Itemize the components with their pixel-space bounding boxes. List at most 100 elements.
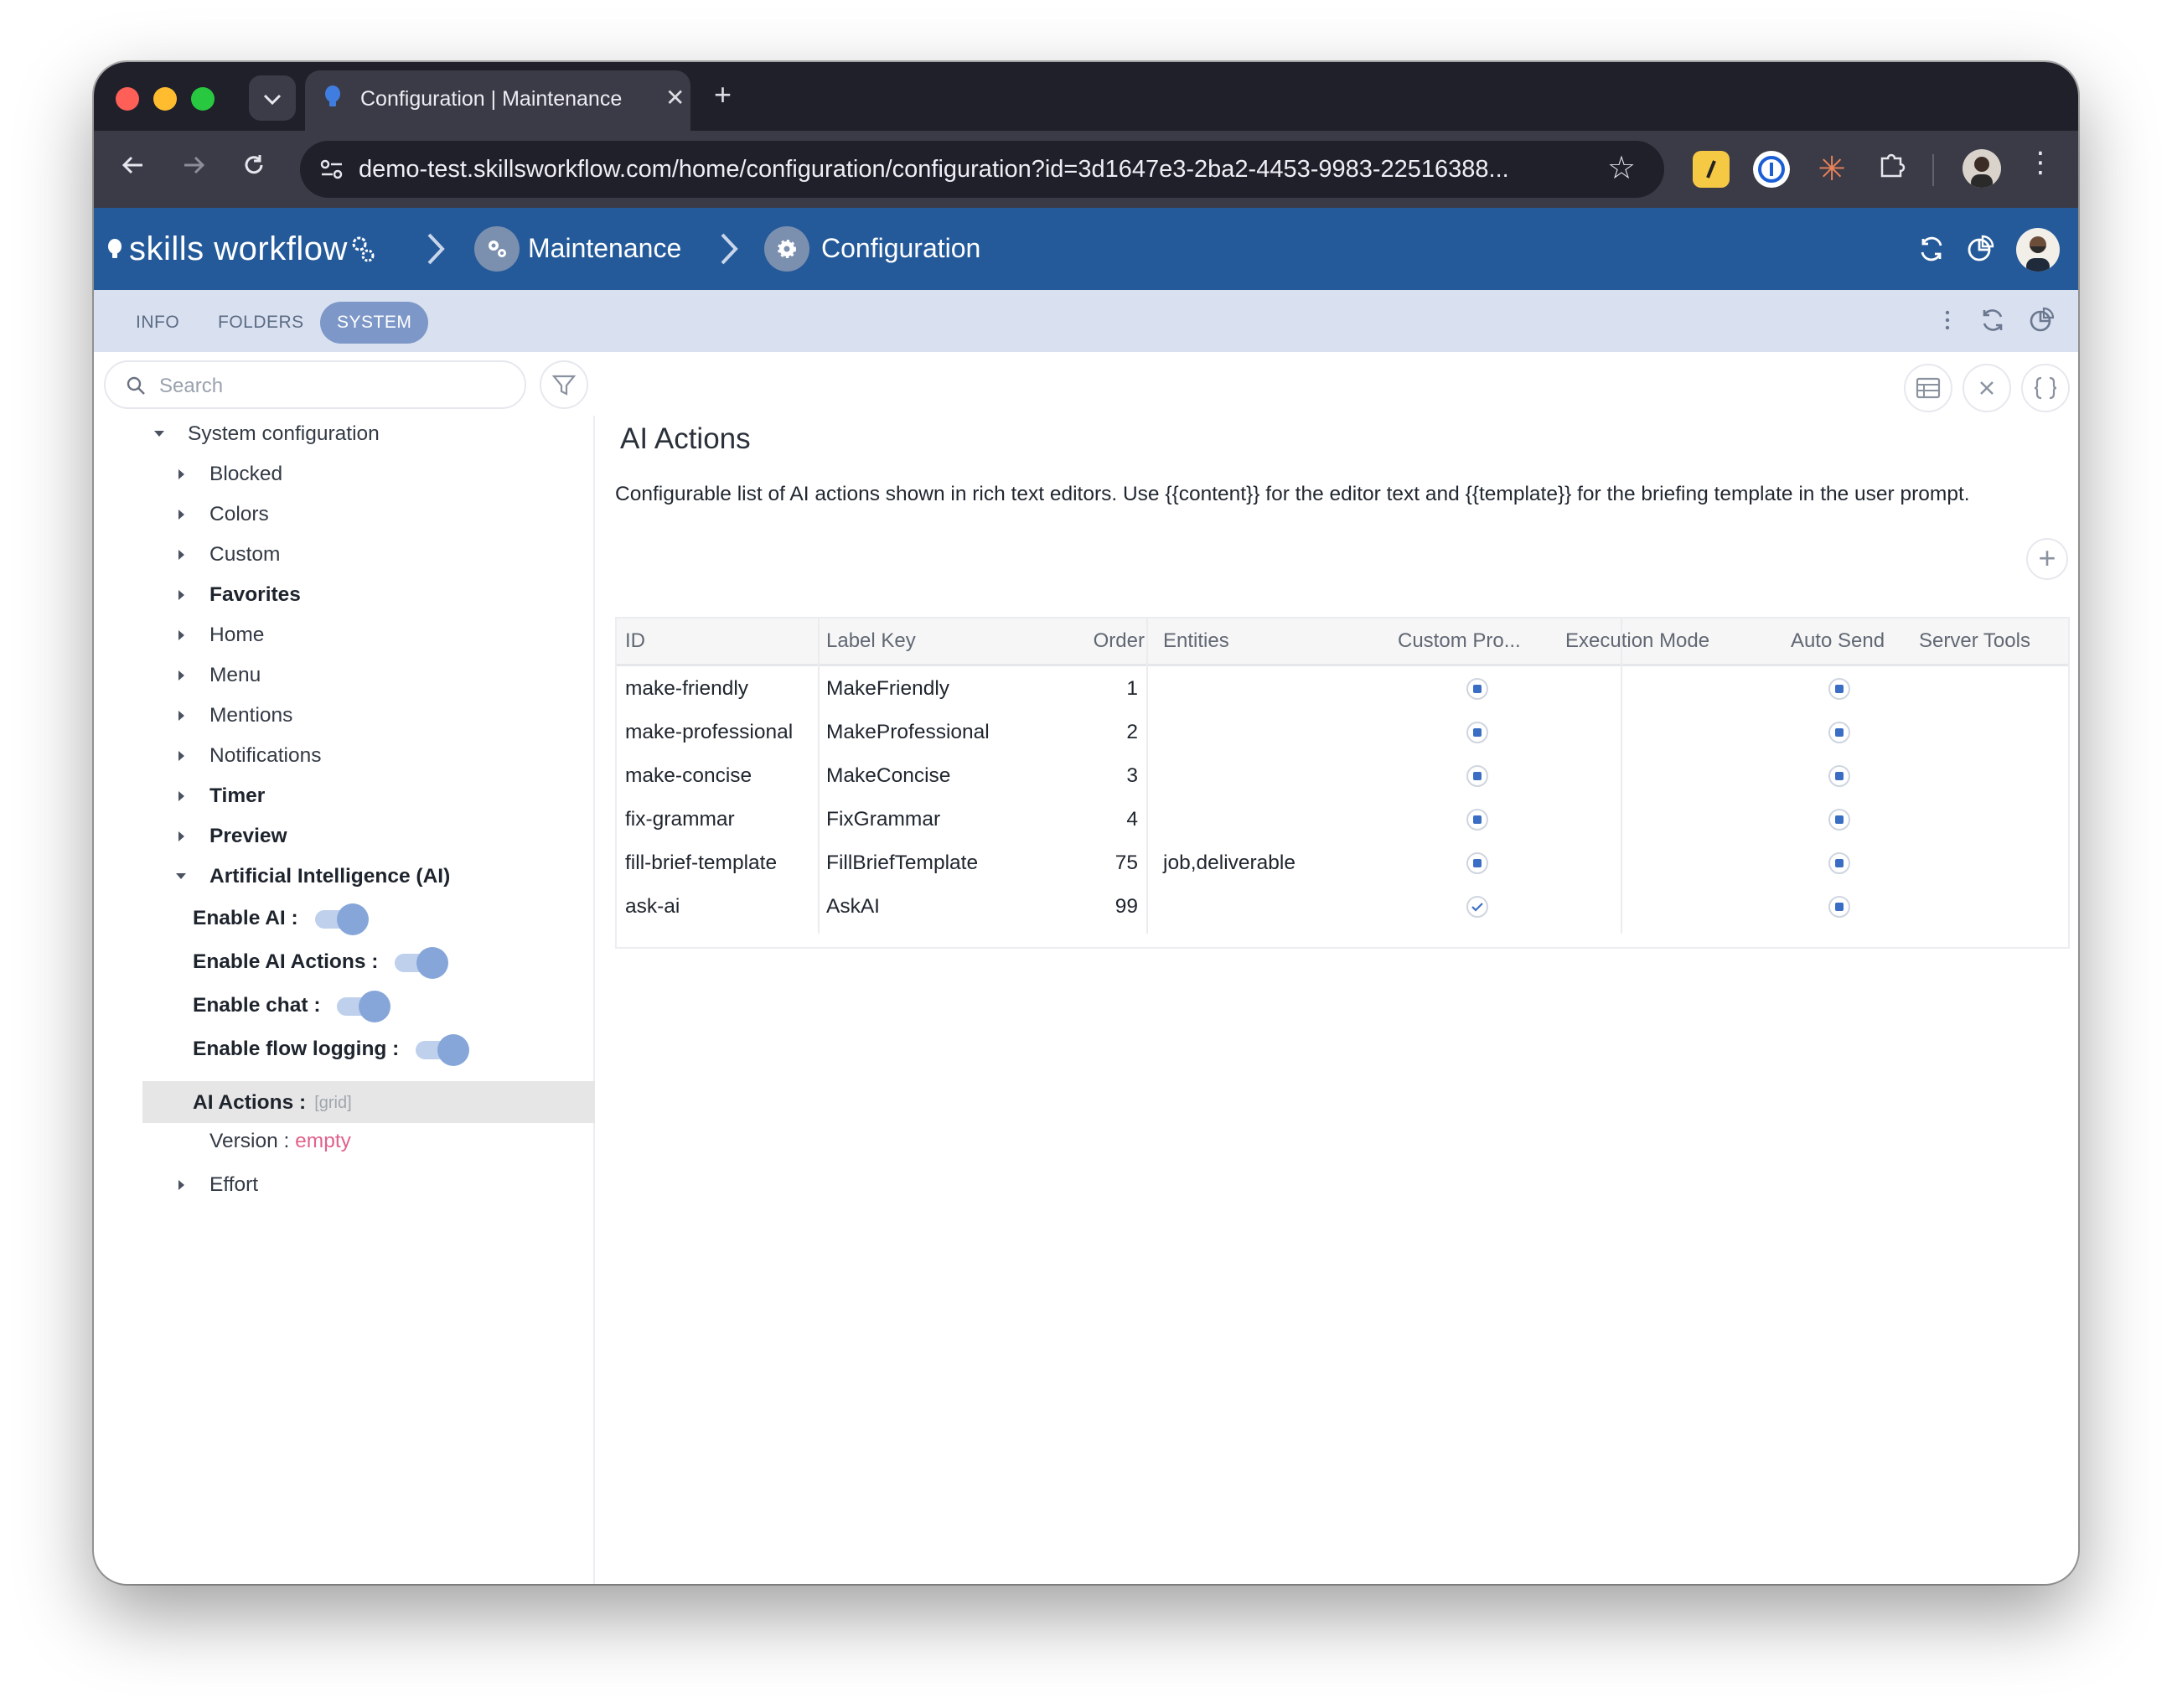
indeterminate-mark-icon bbox=[1473, 859, 1482, 867]
custom-prompt-checkbox[interactable] bbox=[1466, 896, 1488, 918]
browser-profile-avatar[interactable] bbox=[1963, 149, 2001, 188]
enable-ai-actions-toggle[interactable] bbox=[393, 947, 449, 979]
cell-execution-mode bbox=[1565, 885, 1758, 929]
minimize-window-button[interactable] bbox=[153, 87, 177, 111]
tree-node-effort[interactable]: Effort bbox=[174, 1168, 258, 1202]
close-window-button[interactable] bbox=[116, 87, 139, 111]
auto-send-checkbox[interactable] bbox=[1828, 765, 1850, 787]
refresh-icon[interactable] bbox=[1978, 305, 2008, 335]
tree-node-timer[interactable]: Timer bbox=[174, 779, 265, 813]
setting-version[interactable]: Version : empty bbox=[209, 1125, 351, 1158]
tree-node-label: System configuration bbox=[188, 422, 380, 445]
custom-prompt-checkbox[interactable] bbox=[1466, 765, 1488, 787]
tab-search-button[interactable] bbox=[249, 75, 296, 121]
tab-info[interactable]: INFO bbox=[136, 302, 179, 344]
password-manager-icon[interactable] bbox=[1753, 151, 1790, 188]
breadcrumb-maintenance[interactable]: Maintenance bbox=[528, 233, 681, 264]
table-row[interactable]: make-concise MakeConcise 3 bbox=[617, 754, 2068, 798]
enable-ai-toggle[interactable] bbox=[313, 903, 369, 935]
enable-flow-logging-toggle[interactable] bbox=[414, 1034, 470, 1066]
tree-node-label: Blocked bbox=[209, 463, 283, 485]
column-header-order[interactable]: Order bbox=[1052, 619, 1145, 664]
more-vertical-icon[interactable] bbox=[1932, 305, 1963, 335]
table-row[interactable]: fix-grammar FixGrammar 4 bbox=[617, 798, 2068, 841]
table-row[interactable]: fill-brief-template FillBriefTemplate 75 jo… bbox=[617, 841, 2068, 885]
custom-prompt-checkbox[interactable] bbox=[1466, 809, 1488, 831]
forward-button[interactable] bbox=[173, 148, 215, 189]
auto-send-checkbox[interactable] bbox=[1828, 678, 1850, 700]
tree-node-menu[interactable]: Menu bbox=[174, 659, 261, 692]
auto-send-checkbox[interactable] bbox=[1828, 809, 1850, 831]
column-header-label-key[interactable]: Label Key bbox=[826, 619, 1044, 664]
tab-system[interactable]: SYSTEM bbox=[320, 302, 429, 344]
column-header-execution-mode[interactable]: Execution Mode bbox=[1565, 619, 1758, 664]
sync-icon[interactable] bbox=[1916, 233, 1947, 265]
tab-folders[interactable]: FOLDERS bbox=[218, 302, 304, 344]
auto-send-checkbox[interactable] bbox=[1828, 852, 1850, 874]
filter-button[interactable] bbox=[540, 360, 588, 409]
tree-node-home[interactable]: Home bbox=[174, 619, 264, 652]
add-row-button[interactable]: + bbox=[2026, 538, 2068, 580]
auto-send-checkbox[interactable] bbox=[1828, 896, 1850, 918]
grid-type-tag: [grid] bbox=[314, 1093, 352, 1112]
close-panel-button[interactable] bbox=[1963, 364, 2011, 412]
cell-id: make-concise bbox=[625, 764, 752, 787]
cell-order: 75 bbox=[1114, 851, 1138, 874]
puzzle-icon bbox=[1880, 153, 1906, 178]
indeterminate-mark-icon bbox=[1835, 685, 1844, 693]
extension-spark-icon[interactable]: ✳ bbox=[1813, 151, 1850, 188]
tree-node-ai[interactable]: Artificial Intelligence (AI) bbox=[174, 860, 450, 893]
table-row[interactable]: ask-ai AskAI 99 bbox=[617, 885, 2068, 929]
enable-chat-toggle[interactable] bbox=[335, 991, 391, 1022]
custom-prompt-checkbox[interactable] bbox=[1466, 678, 1488, 700]
extensions-puzzle-icon[interactable] bbox=[1874, 151, 1911, 188]
column-header-entities[interactable]: Entities bbox=[1163, 619, 1381, 664]
browser-tab-active[interactable]: Configuration | Maintenance ✕ bbox=[305, 70, 690, 131]
extension-notes-icon[interactable] bbox=[1693, 151, 1730, 188]
user-avatar[interactable] bbox=[2016, 228, 2060, 272]
table-view-button[interactable] bbox=[1904, 364, 1952, 412]
breadcrumb-configuration[interactable]: Configuration bbox=[821, 233, 980, 264]
maximize-window-button[interactable] bbox=[191, 87, 215, 111]
table-row[interactable]: make-friendly MakeFriendly 1 bbox=[617, 667, 2068, 711]
auto-send-checkbox[interactable] bbox=[1828, 722, 1850, 743]
tree-node-favorites[interactable]: Favorites bbox=[174, 578, 301, 612]
setting-ai-actions[interactable]: AI Actions : [grid] bbox=[193, 1083, 352, 1123]
column-header-auto-send[interactable]: Auto Send bbox=[1766, 619, 1909, 664]
new-tab-button[interactable]: + bbox=[714, 77, 732, 112]
tab-close-icon[interactable]: ✕ bbox=[665, 84, 685, 111]
column-header-server-tools[interactable]: Server Tools bbox=[1919, 619, 2061, 664]
column-header-id[interactable]: ID bbox=[625, 619, 809, 664]
tree-node-preview[interactable]: Preview bbox=[174, 820, 287, 853]
tree-node-custom[interactable]: Custom bbox=[174, 538, 280, 572]
cell-execution-mode bbox=[1565, 667, 1758, 711]
caret-right-icon bbox=[178, 510, 184, 520]
tree-node-blocked[interactable]: Blocked bbox=[174, 458, 282, 491]
site-settings-icon[interactable] bbox=[317, 154, 347, 184]
pie-chart-icon[interactable] bbox=[1964, 233, 1996, 265]
custom-prompt-checkbox[interactable] bbox=[1466, 852, 1488, 874]
search-input[interactable] bbox=[158, 370, 513, 402]
json-view-button[interactable] bbox=[2021, 364, 2070, 412]
column-header-custom-prompt[interactable]: Custom Pro... bbox=[1398, 619, 1557, 664]
ai-actions-grid: ID Label Key Order Entities Custom Pro..… bbox=[615, 617, 2070, 949]
tree-node-mentions[interactable]: Mentions bbox=[174, 699, 292, 732]
cell-order: 2 bbox=[1126, 721, 1138, 743]
cell-id: ask-ai bbox=[625, 895, 680, 918]
app-logo[interactable]: skills workflow bbox=[107, 228, 376, 270]
custom-prompt-checkbox[interactable] bbox=[1466, 722, 1488, 743]
reload-button[interactable] bbox=[233, 148, 275, 189]
setting-label: Enable AI : bbox=[193, 907, 298, 929]
tree-node-root[interactable]: System configuration bbox=[153, 417, 380, 451]
url-text[interactable]: demo-test.skillsworkflow.com/home/config… bbox=[359, 156, 1509, 184]
tree-node-notifications[interactable]: Notifications bbox=[174, 739, 321, 773]
tree-node-colors[interactable]: Colors bbox=[174, 498, 269, 531]
address-bar[interactable]: demo-test.skillsworkflow.com/home/config… bbox=[300, 141, 1664, 198]
back-button[interactable] bbox=[112, 148, 154, 189]
table-row[interactable]: make-professional MakeProfessional 2 bbox=[617, 711, 2068, 754]
indeterminate-mark-icon bbox=[1835, 728, 1844, 737]
bookmark-star-icon[interactable]: ☆ bbox=[1607, 149, 1636, 187]
browser-menu-icon[interactable]: ⋮ bbox=[2026, 146, 2055, 179]
pie-chart-icon[interactable] bbox=[2026, 305, 2056, 335]
caret-right-icon bbox=[178, 751, 184, 761]
